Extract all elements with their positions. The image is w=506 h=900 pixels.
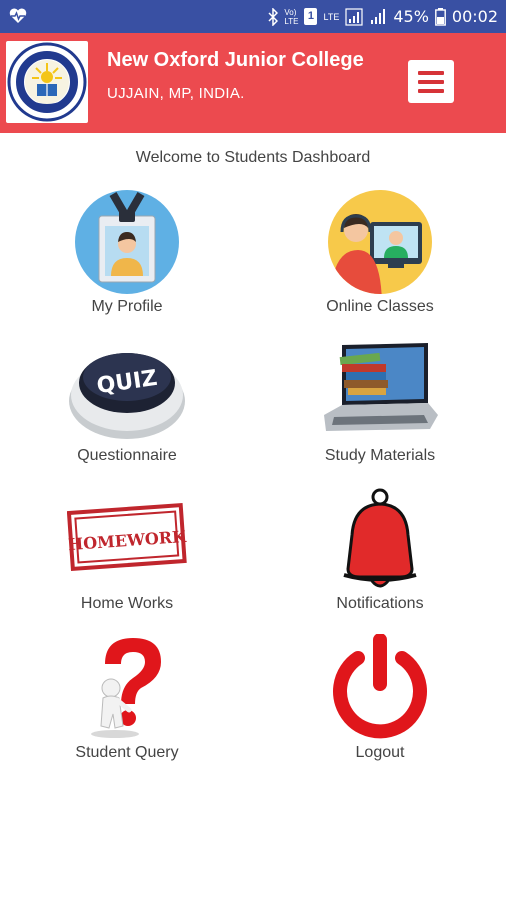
welcome-text: Welcome to Students Dashboard [135,149,371,166]
quiz-icon: QUIZ [69,353,185,439]
college-seal-icon [7,42,87,122]
battery-percent: 45% [393,7,429,26]
sim-indicator: 1 [304,8,318,25]
tile-label-questionnaire: Questionnaire [77,447,177,464]
tile-online-classes[interactable]: Online Classes [280,188,480,328]
question-mark-icon [91,638,161,738]
tile-label-my-profile: My Profile [91,298,163,315]
tile-student-query[interactable]: Student Query [27,634,227,774]
tile-label-notifications: Notifications [336,595,424,612]
battery-icon [434,7,446,26]
tile-notifications[interactable]: Notifications [280,485,480,625]
college-location: UJJAIN, MP, INDIA. [107,85,245,102]
college-logo [6,41,88,123]
heart-rate-icon [9,8,27,23]
tile-study-materials[interactable]: Study Materials [280,337,480,477]
online-classes-icon [328,190,432,294]
menu-icon-bar [418,79,444,84]
college-name: New Oxford Junior College [107,49,364,71]
signal-icon-2 [371,8,386,24]
clock: 00:02 [451,7,498,26]
menu-icon-bar [418,70,444,75]
bell-icon [343,488,417,588]
study-materials-icon [324,343,438,431]
profile-icon [75,190,179,294]
tile-questionnaire[interactable]: QUIZ Questionnaire [27,337,227,477]
power-icon [333,634,427,739]
menu-icon-bar [418,88,444,93]
volte-indicator: Vo) LTE [284,7,299,26]
tile-label-home-works: Home Works [80,595,174,612]
tile-my-profile[interactable]: My Profile [27,188,227,328]
tile-label-study-materials: Study Materials [324,447,436,464]
app-header: New Oxford Junior College UJJAIN, MP, IN… [0,33,506,133]
bluetooth-icon [268,7,279,26]
homework-stamp-icon: HOMEWORK [67,503,187,571]
tile-home-works[interactable]: HOMEWORK Home Works [27,485,227,625]
lte-indicator: LTE [323,11,340,22]
signal-icon-1 [345,7,363,26]
hamburger-menu-button[interactable] [408,60,454,103]
status-bar: Vo) LTE 1 LTE 45% 00:02 [0,0,506,33]
tile-label-student-query: Student Query [75,744,179,761]
tile-label-online-classes: Online Classes [326,298,434,315]
tile-label-logout: Logout [355,744,405,761]
tile-logout[interactable]: Logout [280,634,480,774]
